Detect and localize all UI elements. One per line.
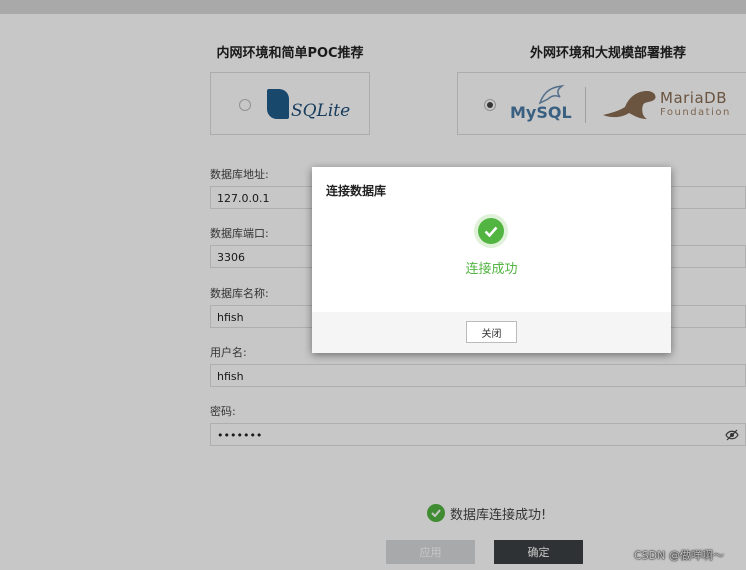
dialog-title: 连接数据库 <box>326 184 387 198</box>
dialog-footer: 关闭 <box>312 312 671 353</box>
dialog-message: 连接成功 <box>465 262 518 277</box>
close-button[interactable]: 关闭 <box>466 321 517 343</box>
success-check-icon <box>474 214 508 248</box>
connect-dialog: 连接数据库 连接成功 关闭 <box>312 167 671 353</box>
